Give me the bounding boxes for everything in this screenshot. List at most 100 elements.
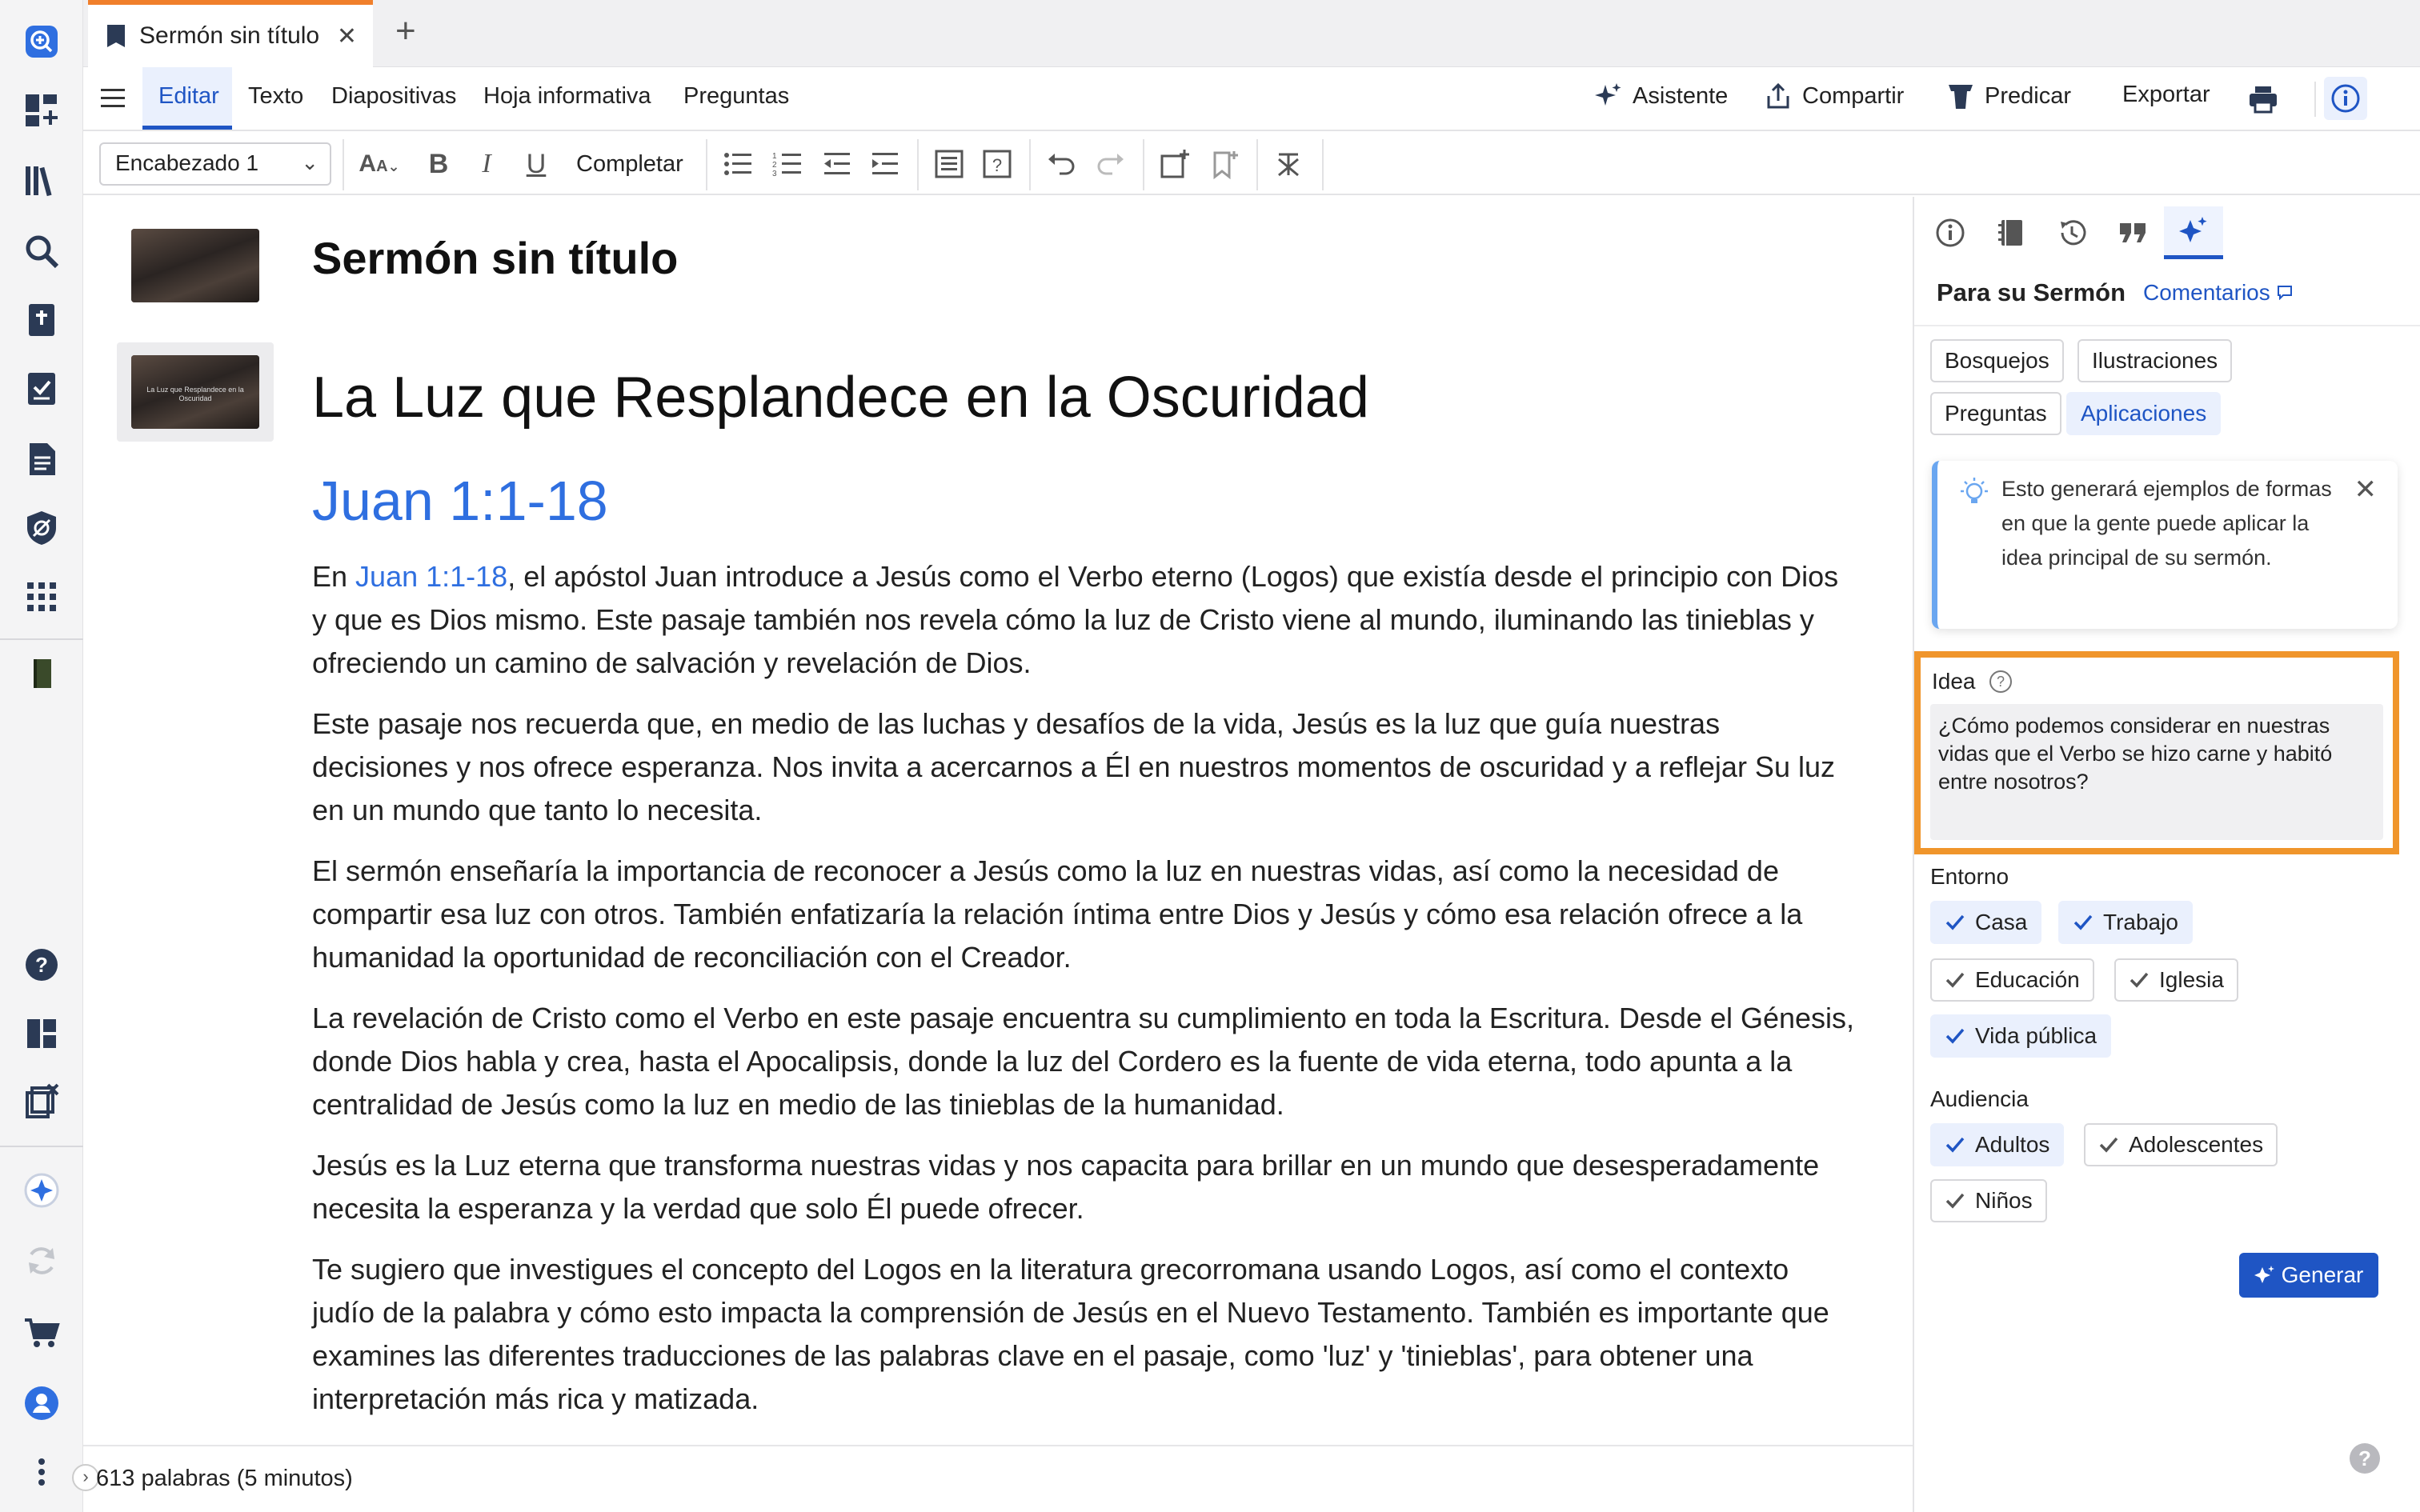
user-avatar-icon[interactable] xyxy=(18,1379,66,1427)
sync-icon[interactable] xyxy=(18,1237,66,1285)
chip-ilustraciones[interactable]: Ilustraciones xyxy=(2077,339,2233,382)
chip-trabajo[interactable]: Trabajo xyxy=(2058,901,2193,944)
outdent-icon[interactable] xyxy=(819,144,855,184)
chip-casa[interactable]: Casa xyxy=(1930,901,2042,944)
expand-rail-button[interactable]: › xyxy=(72,1464,99,1491)
undo-icon[interactable] xyxy=(1044,144,1079,184)
chip-educacion[interactable]: Educación xyxy=(1930,958,2094,1002)
preach-button[interactable]: Predicar xyxy=(1946,82,2071,110)
search-icon[interactable] xyxy=(18,227,66,275)
document-editor[interactable]: La Luz que Resplandece en la Oscuridad S… xyxy=(83,197,1913,1445)
document-icon[interactable] xyxy=(18,435,66,483)
chip-ninos[interactable]: Niños xyxy=(1930,1179,2047,1222)
close-tab-icon[interactable]: ✕ xyxy=(337,22,357,50)
idea-textarea[interactable]: ¿Cómo podemos considerar en nuestras vid… xyxy=(1930,704,2383,840)
tab-editar[interactable]: Editar xyxy=(158,83,219,110)
insert-question-icon[interactable]: ? xyxy=(980,144,1015,184)
format-toolbar: Encabezado 1 ⌄ AA⌄ B I U Completar 123 ? xyxy=(83,133,2420,195)
paragraph[interactable]: Este pasaje nos recuerda que, en medio d… xyxy=(312,702,1857,832)
panel-tab-info[interactable] xyxy=(1921,206,1980,259)
indent-icon[interactable] xyxy=(867,144,903,184)
chip-adultos[interactable]: Adultos xyxy=(1930,1123,2065,1166)
idea-section: Idea ? ¿Cómo podemos considerar en nuest… xyxy=(1914,651,2399,854)
svg-text:3: 3 xyxy=(772,170,777,178)
paragraph[interactable]: Jesús es la Luz eterna que transforma nu… xyxy=(312,1144,1857,1230)
ai-sparkle-icon[interactable] xyxy=(18,1166,66,1214)
dashboard-add-icon[interactable] xyxy=(18,86,66,134)
close-icon[interactable]: ✕ xyxy=(2354,474,2378,506)
print-icon[interactable] xyxy=(2247,83,2279,119)
chip-bosquejos[interactable]: Bosquejos xyxy=(1930,339,2064,382)
bullet-list-icon[interactable] xyxy=(720,144,755,184)
help-icon[interactable]: ? xyxy=(2350,1443,2380,1474)
chip-vida-publica[interactable]: Vida pública xyxy=(1930,1014,2112,1058)
new-tab-button[interactable]: + xyxy=(395,11,416,51)
setting-label: Entorno xyxy=(1930,864,2009,889)
menu-divider xyxy=(2314,82,2316,117)
help-icon[interactable]: ? xyxy=(1989,670,2012,693)
clear-format-icon[interactable] xyxy=(1271,144,1306,184)
comments-link[interactable]: Comentarios xyxy=(2143,280,2293,306)
title-slide-thumbnail[interactable] xyxy=(131,229,259,302)
bold-button[interactable]: B xyxy=(423,144,455,184)
hamburger-menu-icon[interactable] xyxy=(99,85,126,116)
layout-icon[interactable] xyxy=(18,1010,66,1058)
info-panel-toggle[interactable] xyxy=(2324,77,2367,120)
bible-icon[interactable] xyxy=(18,296,66,344)
book-cover-icon[interactable] xyxy=(18,650,66,698)
generate-button[interactable]: Generar xyxy=(2239,1253,2378,1298)
panel-tab-history[interactable] xyxy=(2042,206,2101,259)
add-bookmark-icon[interactable] xyxy=(1207,144,1242,184)
document-title[interactable]: Sermón sin título xyxy=(312,232,678,284)
help-icon[interactable]: ? xyxy=(18,941,66,989)
tab-hoja-informativa[interactable]: Hoja informativa xyxy=(483,83,651,110)
export-button[interactable]: Exportar xyxy=(2122,82,2210,108)
preach-label: Predicar xyxy=(1985,82,2071,109)
underline-button[interactable]: U xyxy=(520,144,552,184)
chip-aplicaciones[interactable]: Aplicaciones xyxy=(2066,392,2222,435)
sermon-doc-icon xyxy=(107,25,125,47)
panel-tab-quotes[interactable] xyxy=(2103,206,2162,259)
paragraph[interactable]: En Juan 1:1-18, el apóstol Juan introduc… xyxy=(312,555,1857,685)
complete-button[interactable]: Completar xyxy=(576,144,683,184)
apps-grid-icon[interactable] xyxy=(18,573,66,621)
checkmark-icon xyxy=(1945,1137,1965,1153)
tab-diapositivas[interactable]: Diapositivas xyxy=(331,83,456,110)
italic-button[interactable]: I xyxy=(471,144,503,184)
font-size-button[interactable]: AA⌄ xyxy=(355,144,403,184)
assistant-button[interactable]: Asistente xyxy=(1594,82,1728,110)
cart-icon[interactable] xyxy=(18,1309,66,1357)
more-vertical-icon[interactable] xyxy=(18,1448,66,1496)
svg-text:?: ? xyxy=(992,155,1002,175)
notebook-icon xyxy=(1998,220,2022,246)
close-panels-icon[interactable] xyxy=(18,1077,66,1125)
home-search-icon[interactable] xyxy=(18,18,66,66)
tab-texto[interactable]: Texto xyxy=(248,83,303,110)
sermon-heading[interactable]: La Luz que Resplandece en la Oscuridad xyxy=(312,365,1369,430)
panel-tab-ai[interactable] xyxy=(2164,206,2223,259)
paragraph[interactable]: La revelación de Cristo como el Verbo en… xyxy=(312,997,1857,1126)
shield-icon[interactable] xyxy=(18,504,66,552)
share-button[interactable]: Compartir xyxy=(1764,82,1904,110)
numbered-list-icon[interactable]: 123 xyxy=(770,144,805,184)
paragraph-style-select[interactable]: Encabezado 1 ⌄ xyxy=(99,142,331,186)
checkmark-icon xyxy=(2099,1137,2118,1153)
add-frame-icon[interactable] xyxy=(1157,144,1192,184)
share-icon xyxy=(1767,82,1789,109)
sermon-body[interactable]: En Juan 1:1-18, el apóstol Juan introduc… xyxy=(312,555,1857,1438)
paragraph[interactable]: Te sugiero que investigues el concepto d… xyxy=(312,1248,1857,1421)
library-icon[interactable] xyxy=(18,157,66,205)
chip-preguntas[interactable]: Preguntas xyxy=(1930,392,2061,435)
insert-block-icon[interactable] xyxy=(932,144,967,184)
tab-preguntas[interactable]: Preguntas xyxy=(683,83,789,110)
scripture-heading[interactable]: Juan 1:1-18 xyxy=(312,469,608,533)
checklist-icon[interactable] xyxy=(18,365,66,413)
chip-adolescentes[interactable]: Adolescentes xyxy=(2084,1123,2278,1166)
chip-iglesia[interactable]: Iglesia xyxy=(2114,958,2238,1002)
heading-slide-thumbnail[interactable]: La Luz que Resplandece en la Oscuridad xyxy=(131,355,259,429)
redo-icon[interactable] xyxy=(1093,144,1128,184)
document-tab[interactable]: Sermón sin título ✕ xyxy=(88,0,373,67)
scripture-link[interactable]: Juan 1:1-18 xyxy=(355,560,507,593)
paragraph[interactable]: El sermón enseñaría la importancia de re… xyxy=(312,850,1857,979)
panel-tab-notes[interactable] xyxy=(1981,206,2041,259)
